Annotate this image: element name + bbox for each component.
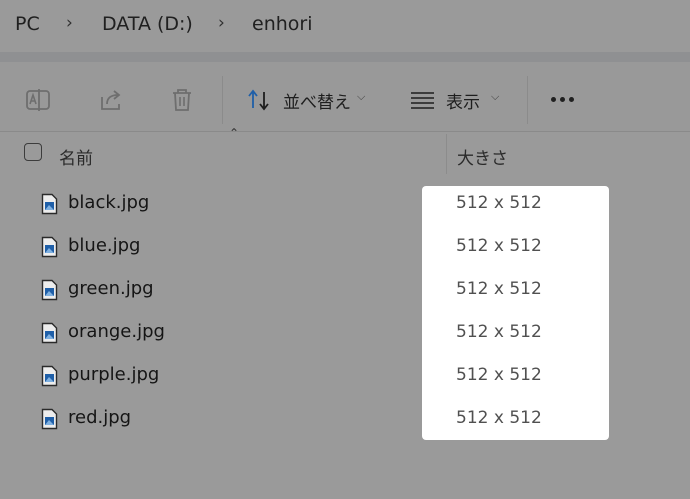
file-dimensions: 512 x 512 <box>456 236 542 256</box>
toolbar-divider <box>222 76 223 124</box>
file-name: blue.jpg <box>68 235 141 256</box>
chevron-right-icon[interactable]: › <box>218 13 225 33</box>
list-item[interactable]: purple.jpg <box>0 360 690 403</box>
list-item[interactable]: black.jpg <box>0 188 690 231</box>
file-name: black.jpg <box>68 192 150 213</box>
sort-label: 並べ替え <box>283 93 351 113</box>
file-dimensions: 512 x 512 <box>456 322 542 342</box>
chevron-right-icon[interactable]: › <box>66 13 73 33</box>
toolbar-bottom-border <box>0 131 690 132</box>
image-file-icon <box>41 365 58 387</box>
image-file-icon <box>41 193 58 215</box>
breadcrumb-data-drive[interactable]: DATA (D:) <box>102 13 193 35</box>
file-dimensions: 512 x 512 <box>456 193 542 213</box>
sort-icon <box>248 89 269 111</box>
address-bar-separator <box>0 52 690 62</box>
delete-icon[interactable] <box>168 86 196 114</box>
toolbar-divider <box>527 76 528 124</box>
column-divider[interactable] <box>446 134 447 174</box>
column-header-name[interactable]: 名前 <box>59 144 93 169</box>
rename-icon[interactable] <box>24 86 52 114</box>
image-file-icon <box>41 279 58 301</box>
file-name: purple.jpg <box>68 364 160 385</box>
breadcrumb-pc[interactable]: PC <box>15 13 40 35</box>
view-icon <box>411 92 434 109</box>
file-dimensions: 512 x 512 <box>456 408 542 428</box>
column-header-size[interactable]: 大きさ <box>457 144 508 169</box>
image-file-icon <box>41 236 58 258</box>
file-name: red.jpg <box>68 407 132 428</box>
list-item[interactable]: orange.jpg <box>0 317 690 360</box>
chevron-down-icon: ⌵ <box>357 90 366 103</box>
image-file-icon <box>41 408 58 430</box>
image-file-icon <box>41 322 58 344</box>
list-item[interactable]: red.jpg <box>0 403 690 446</box>
file-dimensions: 512 x 512 <box>456 279 542 299</box>
breadcrumb: PC › DATA (D:) › enhori <box>0 0 690 52</box>
more-icon[interactable] <box>551 97 574 102</box>
select-all-checkbox[interactable] <box>24 143 42 161</box>
file-name: orange.jpg <box>68 321 165 342</box>
list-item[interactable]: green.jpg <box>0 274 690 317</box>
share-icon[interactable] <box>97 86 125 114</box>
file-dimensions: 512 x 512 <box>456 365 542 385</box>
file-name: green.jpg <box>68 278 154 299</box>
list-item[interactable]: blue.jpg <box>0 231 690 274</box>
chevron-down-icon: ⌵ <box>491 90 500 103</box>
sort-ascending-icon: ⌃ <box>229 126 240 140</box>
view-label: 表示 <box>446 93 480 113</box>
breadcrumb-enhori[interactable]: enhori <box>252 13 313 35</box>
